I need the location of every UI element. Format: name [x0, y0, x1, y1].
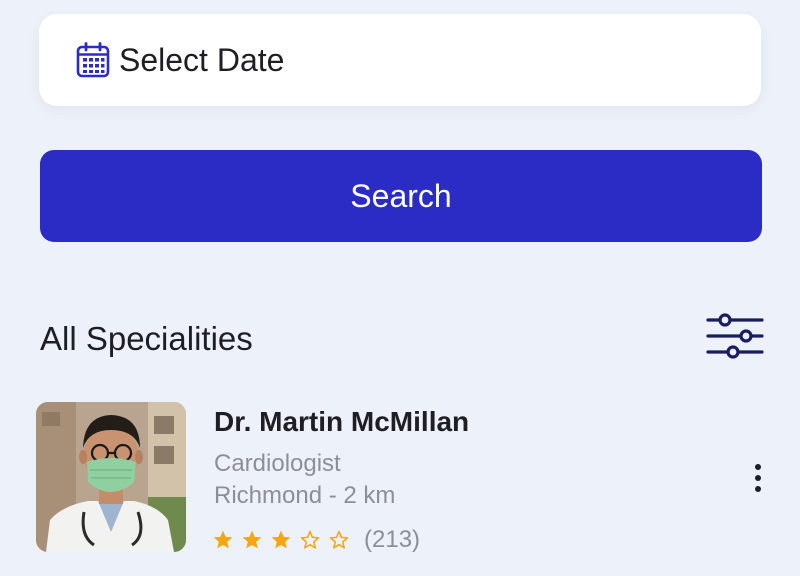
review-count: (213)	[364, 526, 421, 553]
star-filled-icon	[242, 530, 262, 549]
doctor-search-screen: Select Date Search All Specialities Dr. …	[0, 0, 800, 576]
sliders-icon	[706, 313, 764, 359]
doctor-card[interactable]: Dr. Martin McMillan Cardiologist Richmon…	[36, 402, 776, 554]
more-options-button[interactable]	[748, 458, 768, 498]
rating: (213)	[212, 526, 420, 554]
star-empty-icon	[300, 530, 320, 549]
star-filled-icon	[271, 530, 291, 549]
doctor-location: Richmond - 2 km	[214, 482, 396, 509]
star-empty-icon	[329, 530, 349, 549]
date-picker-label: Select Date	[119, 41, 285, 78]
star-filled-icon	[213, 530, 233, 549]
section-title: All Specialities	[40, 320, 253, 357]
doctor-name: Dr. Martin McMillan	[214, 406, 470, 437]
search-button[interactable]: Search	[40, 150, 762, 242]
doctor-specialty: Cardiologist	[214, 450, 341, 477]
doctor-avatar	[36, 402, 186, 552]
date-picker-field[interactable]: Select Date	[39, 14, 761, 106]
calendar-icon	[76, 42, 110, 78]
more-vertical-icon	[755, 464, 761, 470]
filter-button[interactable]	[704, 310, 766, 364]
